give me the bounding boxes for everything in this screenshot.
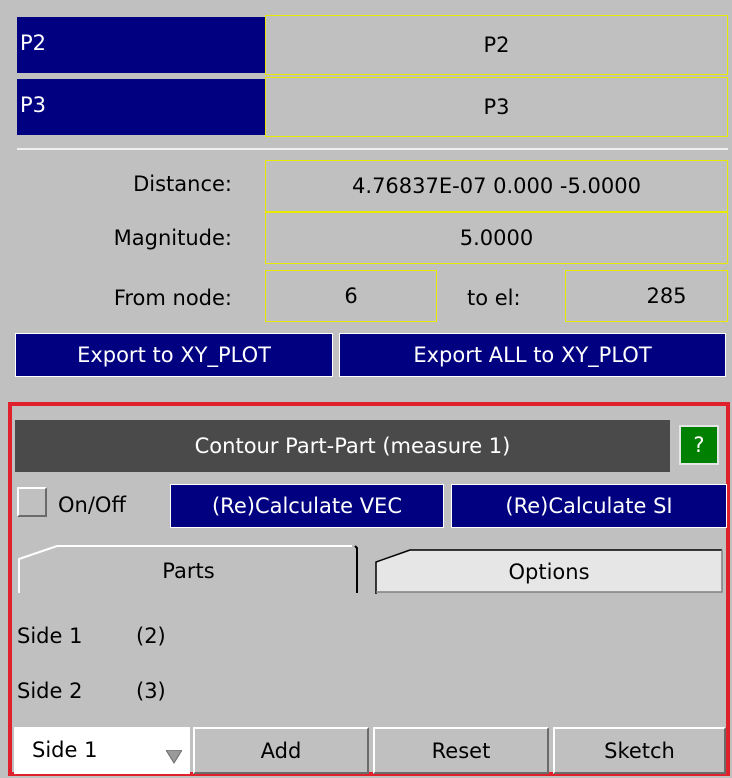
reset-button[interactable]: Reset xyxy=(373,727,549,774)
point-p3-field[interactable]: P3 xyxy=(265,77,728,137)
side-2-label: Side 2 xyxy=(17,679,83,703)
tab-options-label: Options xyxy=(508,560,590,584)
export-all-xy-plot-button[interactable]: Export ALL to XY_PLOT xyxy=(339,333,726,377)
magnitude-label: Magnitude: xyxy=(113,226,232,250)
tab-parts[interactable]: Parts xyxy=(17,543,360,593)
to-el-field: 285 xyxy=(565,270,728,322)
onoff-label: On/Off xyxy=(58,493,126,517)
add-button[interactable]: Add xyxy=(193,727,369,774)
magnitude-field: 5.0000 xyxy=(265,212,728,264)
help-button[interactable]: ? xyxy=(679,425,719,465)
onoff-checkbox[interactable] xyxy=(17,487,47,517)
recalculate-vec-button[interactable]: (Re)Calculate VEC xyxy=(170,484,444,528)
sketch-button[interactable]: Sketch xyxy=(553,727,726,774)
to-el-label: to el: xyxy=(467,286,521,310)
distance-field: 4.76837E-07 0.000 -5.0000 xyxy=(265,160,728,212)
point-p2-field[interactable]: P2 xyxy=(265,15,728,75)
side-select-value: Side 1 xyxy=(32,738,98,762)
side-1-label: Side 1 xyxy=(17,624,83,648)
dropdown-arrow-icon xyxy=(166,750,182,764)
side-1-value: (2) xyxy=(136,624,166,648)
distance-label: Distance: xyxy=(133,172,232,196)
point-p3-label[interactable]: P3 xyxy=(17,79,265,135)
side-2-value: (3) xyxy=(136,679,166,703)
from-node-label: From node: xyxy=(113,286,232,310)
recalculate-si-button[interactable]: (Re)Calculate SI xyxy=(451,484,727,528)
from-node-field: 6 xyxy=(265,270,437,322)
side-select-dropdown[interactable]: Side 1 xyxy=(14,727,190,774)
section-divider xyxy=(17,148,728,150)
contour-title-bar: Contour Part-Part (measure 1) xyxy=(15,420,670,472)
tab-options[interactable]: Options xyxy=(374,548,724,594)
export-xy-plot-button[interactable]: Export to XY_PLOT xyxy=(15,333,333,377)
point-p2-label[interactable]: P2 xyxy=(17,17,265,73)
tab-parts-label: Parts xyxy=(162,559,215,583)
